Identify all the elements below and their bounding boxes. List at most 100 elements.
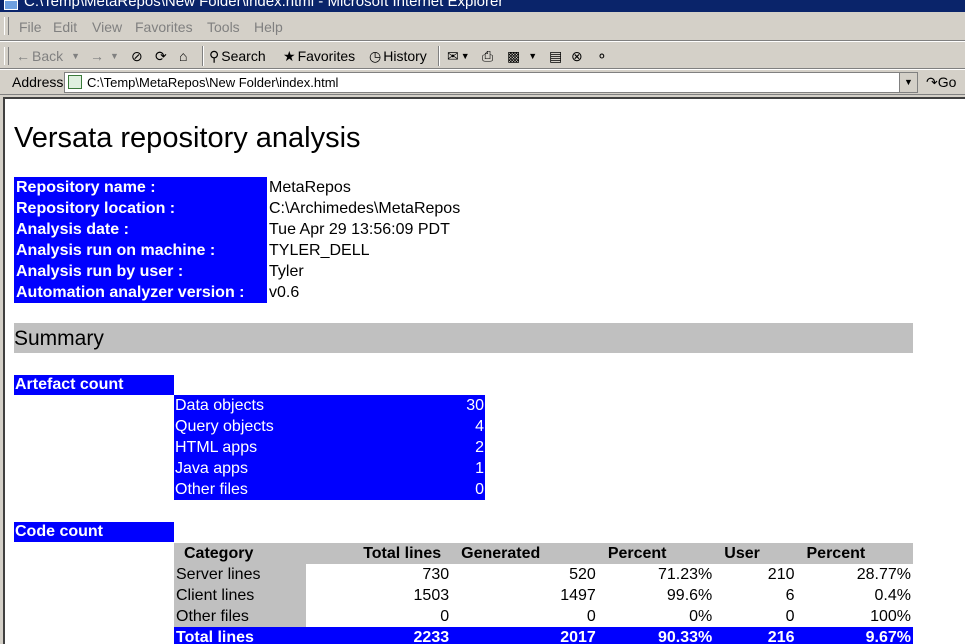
page-title: Versata repository analysis [14, 122, 361, 154]
extra-tool-button[interactable]: ⚬ [596, 46, 610, 66]
mail-button[interactable]: ✉ ▼ [447, 46, 472, 66]
code-total-generated: 2017 [451, 627, 598, 644]
forward-dropdown-icon: ▼ [110, 51, 119, 61]
info-value: v0.6 [269, 283, 300, 301]
favorites-icon: ★ [283, 47, 296, 64]
window-title: C:\Temp\MetaRepos\New Folder\index.html … [24, 0, 504, 10]
artefact-row: Data objects 30 [174, 395, 485, 416]
go-button[interactable]: ↷Go [926, 74, 956, 91]
menu-tools[interactable]: Tools [207, 19, 240, 35]
dropdown-arrow-icon: ▼ [904, 77, 913, 87]
info-row: Analysis date : Tue Apr 29 13:56:09 PDT [14, 219, 462, 240]
code-user-percent: 100% [870, 607, 911, 625]
code-user-percent: 28.77% [856, 565, 911, 583]
code-generated: 0 [586, 607, 596, 625]
favorites-label: Favorites [297, 48, 356, 64]
stop-button[interactable]: ⊘ [131, 46, 145, 66]
code-count-label: Code count [14, 522, 174, 542]
forward-arrow-icon: → [90, 48, 104, 64]
history-button[interactable]: ◷ History [369, 46, 427, 66]
search-label: Search [221, 48, 266, 64]
artefact-row: Java apps 1 [174, 458, 485, 479]
code-total-label: Total lines [174, 627, 307, 644]
favorites-button[interactable]: ★ Favorites [283, 46, 355, 66]
repository-info-table: Repository name : MetaRepos Repository lo… [14, 177, 462, 303]
history-label: History [383, 48, 427, 64]
refresh-icon: ⟳ [155, 47, 167, 64]
search-icon: ⚲ [209, 47, 220, 64]
address-input[interactable]: C:\Temp\MetaRepos\New Folder\index.html … [64, 72, 918, 93]
print-button[interactable]: ⎙ [482, 46, 495, 66]
go-label: Go [937, 74, 957, 90]
col-header-percent-user: Percent [796, 543, 913, 564]
info-row: Analysis run on machine : TYLER_DELL [14, 240, 462, 261]
info-value: MetaRepos [269, 178, 351, 196]
menu-view[interactable]: View [92, 19, 122, 35]
artefact-row: HTML apps 2 [174, 437, 485, 458]
code-generated: 1497 [560, 586, 596, 604]
info-label: Repository location : [14, 198, 267, 219]
refresh-button[interactable]: ⟳ [155, 46, 169, 66]
address-bar: Address C:\Temp\MetaRepos\New Folder\ind… [0, 69, 965, 95]
code-row: Client lines 1503 1497 99.6% 6 0.4% [174, 585, 913, 606]
artefact-name: Java apps [175, 459, 248, 477]
mail-icon: ✉ [447, 47, 459, 64]
code-total: 0 [440, 607, 450, 625]
discuss-button[interactable]: ▤ [549, 46, 564, 66]
edit-dropdown-icon: ▼ [528, 51, 538, 61]
artefact-name: Query objects [175, 417, 274, 435]
info-row: Analysis run by user : Tyler [14, 261, 462, 282]
info-row: Repository name : MetaRepos [14, 177, 462, 198]
messenger-icon: ⊗ [571, 47, 583, 64]
code-total-row: Total lines 2233 2017 90.33% 216 9.67% [174, 627, 913, 644]
menu-bar-grip[interactable] [4, 17, 9, 35]
page-content[interactable]: Versata repository analysis Repository n… [3, 97, 965, 644]
forward-button[interactable]: → ▼ [90, 46, 121, 66]
info-label: Repository name : [14, 177, 267, 198]
edit-button[interactable]: ▩ ▼ [507, 46, 539, 66]
menu-file[interactable]: File [19, 19, 42, 35]
address-dropdown-button[interactable]: ▼ [899, 73, 917, 92]
col-header-percent-generated: Percent [597, 543, 715, 564]
code-row: Other files 0 0 0% 0 100% [174, 606, 913, 627]
artefact-name: Data objects [175, 396, 264, 414]
info-value: Tyler [269, 262, 304, 280]
code-user: 210 [767, 565, 795, 583]
search-button[interactable]: ⚲ Search [209, 46, 266, 66]
messenger-button[interactable]: ⊗ [571, 46, 585, 66]
artefact-name: Other files [175, 480, 248, 498]
back-arrow-icon: ← [16, 48, 30, 64]
summary-header: Summary [14, 323, 913, 353]
menu-edit[interactable]: Edit [53, 19, 77, 35]
info-value: Tue Apr 29 13:56:09 PDT [269, 220, 450, 238]
back-label: Back [32, 48, 64, 64]
code-total: 730 [422, 565, 450, 583]
code-total-lines: 2233 [306, 627, 452, 644]
back-button[interactable]: ← Back ▼ [16, 46, 82, 66]
artefact-count: 1 [475, 459, 484, 477]
code-category: Other files [174, 606, 307, 627]
code-header-row: Category Total lines Generated Percent U… [174, 543, 913, 564]
go-arrow-icon: ↷ [926, 74, 938, 90]
home-icon: ⌂ [179, 48, 188, 64]
code-total: 1503 [413, 586, 450, 604]
code-generated: 520 [569, 565, 596, 583]
artefact-count-table: Data objects 30 Query objects 4 HTML apps 2… [174, 395, 485, 500]
print-icon: ⎙ [482, 47, 494, 64]
toolbar-grip[interactable] [4, 47, 9, 65]
col-header-total-lines: Total lines [306, 543, 452, 564]
toolbar-separator [438, 46, 440, 66]
menu-favorites[interactable]: Favorites [135, 19, 193, 35]
code-category: Server lines [174, 564, 307, 585]
info-value: C:\Archimedes\MetaRepos [269, 199, 461, 217]
home-button[interactable]: ⌂ [179, 46, 189, 66]
mail-dropdown-icon: ▼ [460, 51, 470, 61]
artefact-row: Other files 0 [174, 479, 485, 500]
summary-title: Summary [14, 327, 104, 350]
artefact-count: 0 [475, 480, 484, 498]
info-value: TYLER_DELL [269, 241, 370, 259]
menu-help[interactable]: Help [254, 19, 283, 35]
address-label: Address [12, 74, 64, 90]
tool-badge-icon: ⚬ [596, 47, 608, 64]
toolbar-separator [202, 46, 204, 66]
